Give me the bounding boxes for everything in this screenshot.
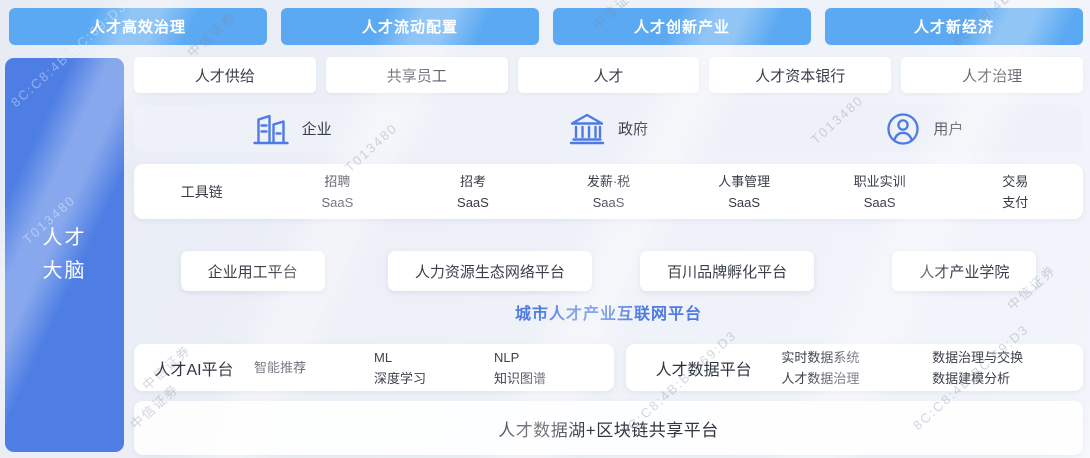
supply-box-talent-capital-bank: 人才资本银行 — [709, 57, 891, 93]
actor-enterprise-label: 企业 — [302, 118, 332, 139]
platform-hr-ecosystem-network: 人力资源生态网络平台 — [388, 251, 592, 291]
ai-item-smart-recommendation: 智能推荐 — [254, 357, 374, 378]
supply-box-shared-employees: 共享员工 — [326, 57, 508, 93]
actor-government-label: 政府 — [618, 118, 648, 139]
talent-data-platform-title: 人才数据平台 — [626, 356, 781, 380]
data-item-exchange-modeling: 数据治理与交换 数据建模分析 — [932, 347, 1083, 389]
supply-box-talent: 人才 — [518, 57, 700, 93]
actors-row: 企业 政府 — [134, 105, 1083, 152]
actor-user-label: 用户 — [933, 118, 963, 139]
actor-government: 政府 — [450, 112, 766, 145]
actor-user: 用户 — [767, 112, 1083, 146]
platforms-row: 企业用工平台 人力资源生态网络平台 百川品牌孵化平台 人才产业学院 — [134, 251, 1083, 291]
toolchain-row: 工具链 招聘 SaaS 招考 SaaS 发薪·税 SaaS 人事管理 SaaS … — [134, 164, 1083, 219]
ai-item-nlp-knowledge-graph: NLP 知识图谱 — [494, 347, 614, 389]
toolchain-item-trade-payment: 交易 支付 — [947, 171, 1083, 213]
actor-enterprise: 企业 — [134, 112, 450, 145]
supply-box-talent-governance: 人才治理 — [901, 57, 1083, 93]
talent-brain-block: 人才 大脑 — [5, 58, 124, 452]
talent-data-platform-panel: 人才数据平台 实时数据系统 人才数据治理 数据治理与交换 数据建模分析 — [626, 344, 1083, 391]
toolchain-item-exam-saas: 招考 SaaS — [405, 171, 541, 213]
talent-brain-label-line2: 大脑 — [43, 255, 87, 288]
diagram-main-column: 人才供给 共享员工 人才 人才资本银行 人才治理 企业 — [134, 57, 1083, 455]
talent-brain-label-line1: 人才 — [43, 222, 87, 255]
building-icon — [253, 112, 289, 145]
toolchain-item-recruiting-saas: 招聘 SaaS — [270, 171, 406, 213]
toolchain-item-payroll-tax-saas: 发薪·税 SaaS — [541, 171, 677, 213]
talent-platform-diagram: 人才高效治理 人才流动配置 人才创新产业 人才新经济 人才 大脑 人才供给 共享… — [0, 0, 1090, 458]
user-icon — [886, 112, 920, 146]
talent-ai-platform-panel: 人才AI平台 智能推荐 ML 深度学习 NLP 知识图谱 — [134, 344, 614, 391]
toolchain-title: 工具链 — [134, 182, 270, 202]
track-new-economy: 人才新经济 — [825, 8, 1083, 45]
government-icon — [569, 112, 605, 145]
data-item-realtime-system-governance: 实时数据系统 人才数据治理 — [781, 347, 932, 389]
supply-layer-row: 人才供给 共享员工 人才 人才资本银行 人才治理 — [134, 57, 1083, 93]
track-mobility-allocation: 人才流动配置 — [281, 8, 539, 45]
platform-enterprise-employment: 企业用工平台 — [181, 251, 325, 291]
toolchain-item-hr-management-saas: 人事管理 SaaS — [676, 171, 812, 213]
city-talent-industry-internet-platform-title: 城市人才产业互联网平台 — [134, 300, 1083, 324]
track-innovation-industry: 人才创新产业 — [553, 8, 811, 45]
toolchain-item-vocational-training-saas: 职业实训 SaaS — [812, 171, 948, 213]
ai-item-ml-deep-learning: ML 深度学习 — [374, 347, 494, 389]
track-efficient-governance: 人才高效治理 — [9, 8, 267, 45]
data-lake-blockchain-platform-bar: 人才数据湖+区块链共享平台 — [134, 401, 1083, 455]
platform-baichuan-brand-incubation: 百川品牌孵化平台 — [640, 251, 814, 291]
ai-and-data-platform-row: 人才AI平台 智能推荐 ML 深度学习 NLP 知识图谱 人才数据平台 实时数据… — [134, 344, 1083, 391]
platform-talent-industry-academy: 人才产业学院 — [892, 251, 1036, 291]
supply-box-talent-supply: 人才供给 — [134, 57, 316, 93]
top-tracks-row: 人才高效治理 人才流动配置 人才创新产业 人才新经济 — [9, 8, 1083, 45]
talent-ai-platform-title: 人才AI平台 — [134, 356, 254, 380]
